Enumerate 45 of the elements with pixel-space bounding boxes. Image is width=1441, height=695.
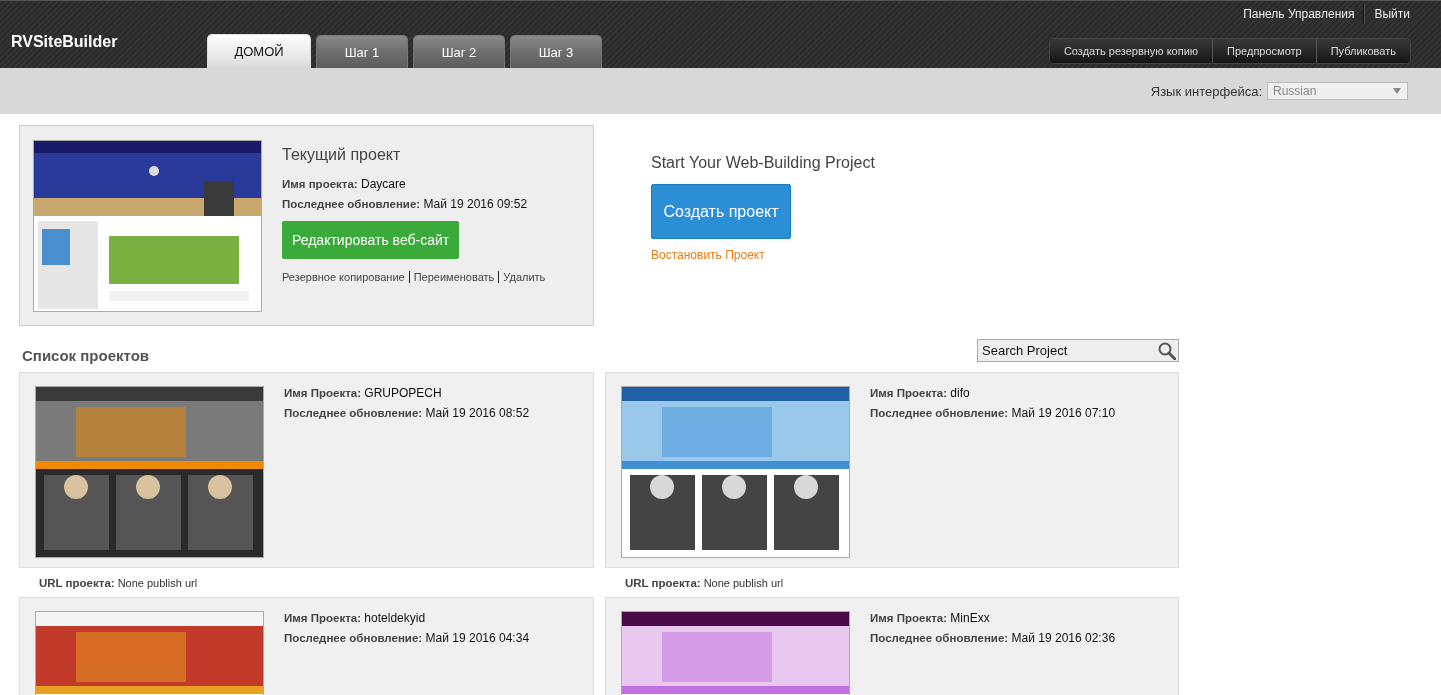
field-label: Имя Проекта: [870,612,947,624]
field-value: Май 19 2016 07:10 [1011,406,1116,420]
field-label: Последнее обновление: [870,632,1009,644]
create-project-button[interactable]: Создать проект [651,184,791,239]
action-button[interactable]: Создать резервную копию [1049,39,1213,63]
field-label: Имя проекта: [282,178,358,190]
section-title: Текущий проект [282,146,401,164]
project-link[interactable]: Переименовать [413,271,495,283]
field-value: Май 19 2016 08:52 [425,406,530,420]
field-value: Май 19 2016 09:52 [423,197,528,211]
app-logo: RVSiteBuilder [10,32,119,52]
project-link[interactable]: Удалить [503,271,546,283]
nav-tab[interactable]: Шаг 1 [316,35,408,68]
field-value: Май 19 2016 04:34 [425,631,530,645]
section-title: Список проектов [22,347,150,364]
nav-tab[interactable]: Шаг 3 [510,35,602,68]
header-link[interactable]: Выйти [1374,7,1410,21]
field-value: MinExx [950,611,990,625]
field-label: Последнее обновление: [284,632,423,644]
field-label: Последнее обновление: [284,407,423,419]
field-value: None publish url [117,576,198,589]
field-label: Имя Проекта: [284,612,361,624]
search-icon [1158,341,1176,360]
project-link[interactable]: Резервное копирование [282,271,405,283]
field-label: Имя Проекта: [284,387,361,399]
language-label: Язык интерфейса: [1150,83,1262,99]
section-title: Start Your Web-Building Project [651,154,875,172]
field-label: URL проекта: [625,576,701,589]
nav-tab[interactable]: ДОМОЙ [207,34,311,68]
action-button[interactable]: Публиковать [1315,39,1410,63]
search-field[interactable]: Search Project [977,339,1179,362]
header-link[interactable]: Панель Управления [1243,7,1355,21]
field-value: GRUPOPECH [364,386,442,400]
field-label: Последнее обновление: [282,198,421,210]
action-button[interactable]: Предпросмотр [1212,39,1316,63]
field-value: None publish url [703,576,784,589]
field-value: hoteldekyid [364,611,426,625]
caret-icon [1393,88,1401,94]
field-label: Последнее обновление: [870,407,1009,419]
field-value: difo [950,386,970,400]
nav-tab[interactable]: Шаг 2 [413,35,505,68]
field-value: Май 19 2016 02:36 [1011,631,1116,645]
field-value: Daycare [361,177,406,191]
field-label: URL проекта: [39,576,115,589]
field-label: Имя Проекта: [870,387,947,399]
